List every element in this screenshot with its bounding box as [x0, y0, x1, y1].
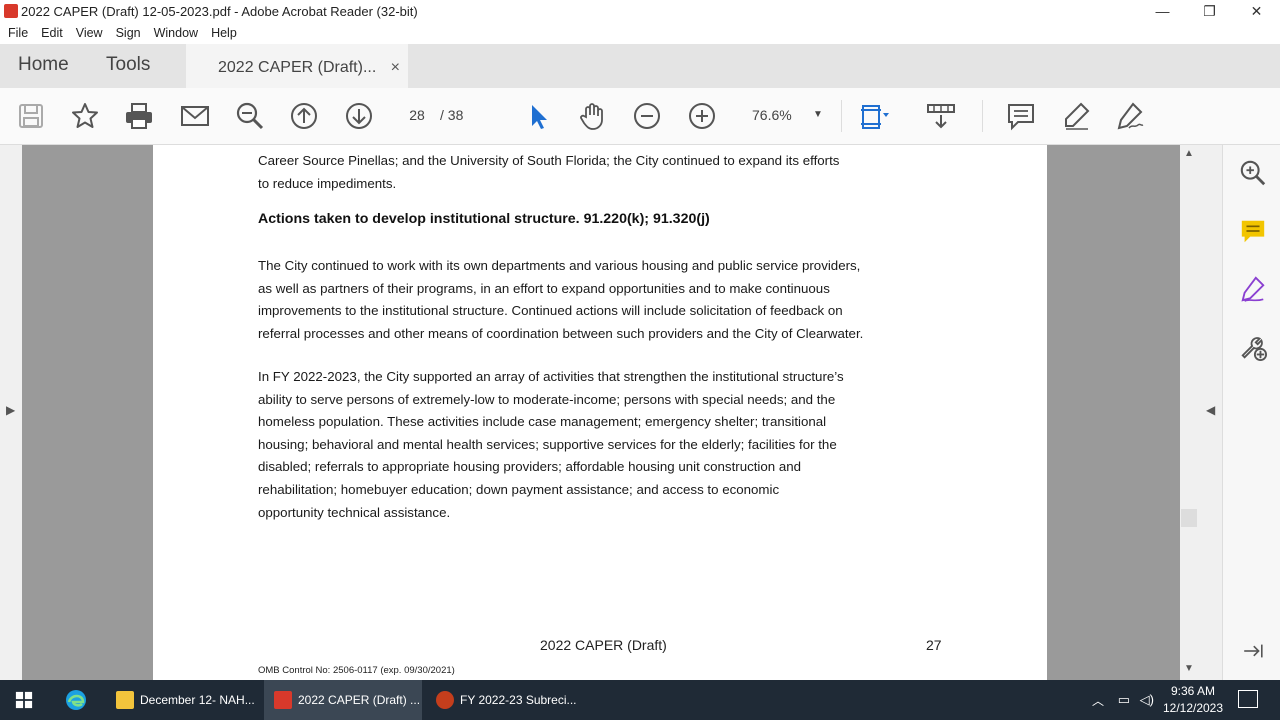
menu-edit[interactable]: Edit: [41, 26, 63, 40]
start-button[interactable]: [0, 680, 48, 720]
powerpoint-icon: [436, 691, 454, 709]
tab-document-label: 2022 CAPER (Draft)...: [218, 58, 377, 76]
text-line: homeless population. These activities in…: [258, 414, 827, 430]
scroll-down-icon[interactable]: ▼: [1184, 663, 1194, 674]
zoom-value: 76.6%: [752, 107, 792, 123]
document-viewer[interactable]: ▶ Career Source Pinellas; and the Univer…: [0, 145, 1222, 680]
text-line: In FY 2022-2023, the City supported an a…: [258, 369, 844, 384]
menu-window[interactable]: Window: [154, 26, 198, 40]
page-total: / 38: [440, 107, 464, 123]
section-heading: Actions taken to develop institutional s…: [258, 211, 710, 227]
email-icon[interactable]: [179, 100, 211, 132]
select-cursor-icon[interactable]: [522, 100, 554, 132]
comment-icon[interactable]: [1005, 100, 1037, 132]
highlight-pen-icon[interactable]: [1060, 100, 1092, 132]
pdf-page: Career Source Pinellas; and the Universi…: [153, 145, 1047, 680]
volume-icon[interactable]: ◁): [1140, 692, 1154, 708]
scroll-mode-icon[interactable]: [925, 100, 957, 132]
title-bar: 2022 CAPER (Draft) 12-05-2023.pdf - Adob…: [0, 0, 1280, 22]
folder-icon: [116, 691, 134, 709]
toolbar-divider: [841, 100, 842, 132]
tab-bar: Home Tools 2022 CAPER (Draft)... ×: [0, 44, 1280, 88]
text-line: ability to serve persons of extremely-lo…: [258, 391, 836, 407]
paragraph-2: In FY 2022-2023, the City supported an a…: [258, 366, 948, 524]
page-fit-icon[interactable]: [858, 100, 890, 132]
window-controls: — ❐ ✕: [1139, 0, 1280, 22]
toolbar-divider: [982, 100, 983, 132]
menu-file[interactable]: File: [8, 26, 28, 40]
vertical-scrollbar[interactable]: ▲ ▼: [1180, 145, 1198, 680]
window-title: 2022 CAPER (Draft) 12-05-2023.pdf - Adob…: [21, 3, 418, 19]
tab-document[interactable]: 2022 CAPER (Draft)... ×: [186, 44, 408, 88]
right-tools-panel: [1222, 145, 1280, 680]
collapse-panel-icon[interactable]: [1237, 635, 1269, 667]
page-footer-title: 2022 CAPER (Draft): [540, 637, 667, 653]
paragraph-1: The City continued to work with its own …: [258, 255, 948, 345]
tab-home[interactable]: Home: [18, 54, 69, 76]
sign-pen-icon[interactable]: [1114, 100, 1146, 132]
comment-panel-icon[interactable]: [1237, 215, 1269, 247]
network-icon[interactable]: ▭: [1118, 692, 1130, 708]
page-number-input[interactable]: 28: [398, 102, 436, 128]
expand-right-icon[interactable]: ▶: [6, 403, 15, 417]
print-icon[interactable]: [123, 100, 155, 132]
clock-date: 12/12/2023: [1162, 701, 1224, 715]
taskbar-item-folder[interactable]: December 12- NAH...: [106, 680, 258, 720]
text-line: rehabilitation; homebuyer education; dow…: [258, 481, 780, 497]
page-footer-number: 27: [926, 637, 942, 653]
chevron-down-icon: ▼: [813, 109, 823, 120]
hand-tool-icon[interactable]: [576, 100, 608, 132]
menu-sign[interactable]: Sign: [116, 26, 141, 40]
text-line: to reduce impediments.: [258, 175, 397, 191]
text-line: referral processes and other means of co…: [258, 325, 864, 341]
text-line: as well as partners of their programs, i…: [258, 280, 830, 296]
notifications-icon[interactable]: [1238, 690, 1258, 708]
text-line: opportunity technical assistance.: [258, 504, 451, 520]
previous-page-icon[interactable]: [288, 100, 320, 132]
text-line: Career Source Pinellas; and the Universi…: [258, 153, 840, 168]
bookmark-star-icon[interactable]: [69, 100, 101, 132]
chevron-up-icon[interactable]: ︿: [1092, 692, 1104, 709]
scroll-up-icon[interactable]: ▲: [1184, 148, 1194, 159]
zoom-out-icon[interactable]: [631, 100, 663, 132]
menu-help[interactable]: Help: [211, 26, 237, 40]
system-clock[interactable]: 9:36 AM 12/12/2023: [1158, 683, 1228, 717]
text-line: improvements to the institutional struct…: [258, 303, 843, 319]
text-line: disabled; referrals to appropriate housi…: [258, 459, 802, 475]
pdf-icon: [274, 691, 292, 709]
more-tools-icon[interactable]: [1237, 331, 1269, 363]
minimize-button[interactable]: —: [1139, 0, 1186, 22]
text-line: The City continued to work with its own …: [258, 258, 861, 273]
zoom-search-icon[interactable]: [234, 100, 266, 132]
enhance-scan-icon[interactable]: [1237, 157, 1269, 189]
save-icon[interactable]: [15, 100, 47, 132]
omb-control-note: OMB Control No: 2506-0117 (exp. 09/30/20…: [258, 665, 455, 676]
left-panel-toggle[interactable]: ▶: [0, 145, 22, 680]
next-page-icon[interactable]: [343, 100, 375, 132]
taskbar-item-acrobat[interactable]: 2022 CAPER (Draft) ...: [264, 680, 422, 720]
acrobat-app-icon: [4, 4, 18, 18]
menu-view[interactable]: View: [76, 26, 103, 40]
collapse-left-icon[interactable]: ◀: [1206, 403, 1215, 417]
fill-sign-icon[interactable]: [1237, 273, 1269, 305]
close-window-button[interactable]: ✕: [1233, 0, 1280, 22]
windows-taskbar: December 12- NAH... 2022 CAPER (Draft) .…: [0, 680, 1280, 720]
taskbar-item-label: December 12- NAH...: [140, 693, 255, 707]
scroll-thumb[interactable]: [1181, 509, 1197, 527]
zoom-in-icon[interactable]: [686, 100, 718, 132]
taskbar-item-label: FY 2022-23 Subreci...: [460, 693, 577, 707]
tab-tools[interactable]: Tools: [106, 54, 150, 76]
right-panel-toggle[interactable]: ◀: [1198, 145, 1222, 680]
tab-close-icon[interactable]: ×: [391, 59, 400, 77]
maximize-button[interactable]: ❐: [1186, 0, 1233, 22]
clock-time: 9:36 AM: [1170, 684, 1216, 698]
windows-logo-icon: [15, 691, 33, 709]
text-line: housing; behavioral and mental health se…: [258, 436, 837, 452]
menu-bar: File Edit View Sign Window Help: [0, 22, 1280, 44]
taskbar-item-label: 2022 CAPER (Draft) ...: [298, 693, 421, 707]
edge-browser-icon[interactable]: [56, 680, 96, 720]
intro-text: Career Source Pinellas; and the Universi…: [258, 150, 948, 195]
taskbar-item-powerpoint[interactable]: FY 2022-23 Subreci...: [428, 680, 588, 720]
